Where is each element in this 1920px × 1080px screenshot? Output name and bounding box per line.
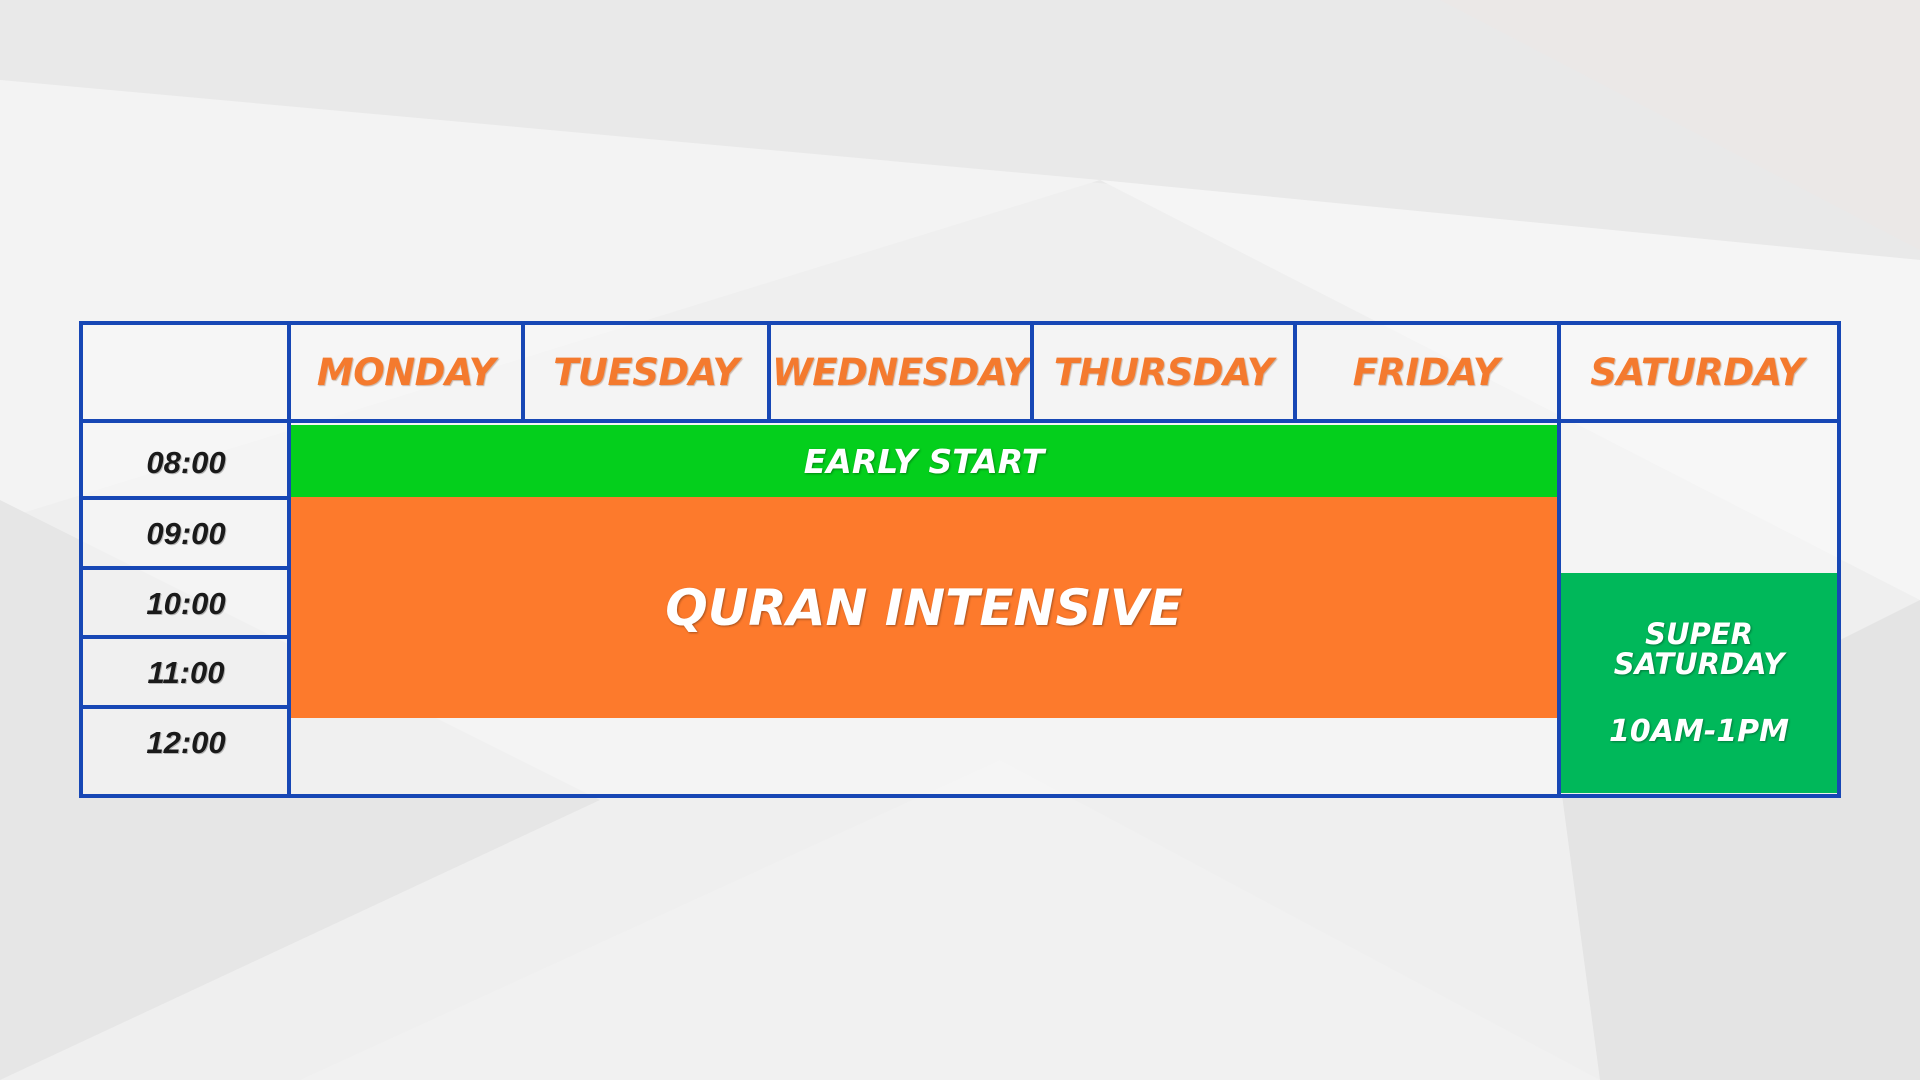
time-label-0800: 08:00: [146, 444, 226, 480]
day-divider-2: [767, 325, 771, 421]
day-divider-4: [1293, 325, 1297, 421]
time-divider-4: [83, 705, 289, 709]
session-early-start-label: EARLY START: [803, 441, 1045, 481]
session-super-saturday-title-1: SUPER: [1645, 617, 1753, 651]
session-super-saturday-time: 10AM-1PM: [1609, 714, 1789, 749]
session-quran-intensive: QURAN INTENSIVE: [291, 497, 1557, 718]
day-header-monday: MONDAY: [316, 350, 496, 394]
time-label-0900: 09:00: [146, 516, 226, 551]
time-divider-2: [83, 566, 289, 570]
header-divider: [83, 419, 1837, 423]
session-early-start: EARLY START: [291, 425, 1557, 497]
saturday-column-divider: [1557, 325, 1561, 794]
weekly-timetable: MONDAY TUESDAY WEDNESDAY THURSDAY FRIDAY…: [79, 321, 1841, 798]
session-super-saturday-title-2: SATURDAY: [1613, 647, 1785, 681]
time-divider-3: [83, 635, 289, 639]
day-header-friday: FRIDAY: [1352, 350, 1500, 394]
day-header-tuesday: TUESDAY: [553, 350, 739, 394]
session-quran-intensive-label: QURAN INTENSIVE: [665, 578, 1183, 637]
time-label-1000: 10:00: [146, 585, 226, 621]
day-header-thursday: THURSDAY: [1053, 350, 1274, 394]
day-divider-1: [521, 325, 525, 421]
time-label-1200: 12:00: [146, 725, 226, 760]
time-label-1100: 11:00: [147, 655, 225, 690]
time-column-divider: [287, 325, 291, 794]
day-header-wednesday: WEDNESDAY: [771, 350, 1030, 394]
day-divider-3: [1030, 325, 1034, 421]
day-header-saturday: SATURDAY: [1590, 350, 1804, 394]
time-divider-1: [83, 496, 289, 500]
session-super-saturday: SUPER SATURDAY 10AM-1PM: [1561, 573, 1837, 793]
